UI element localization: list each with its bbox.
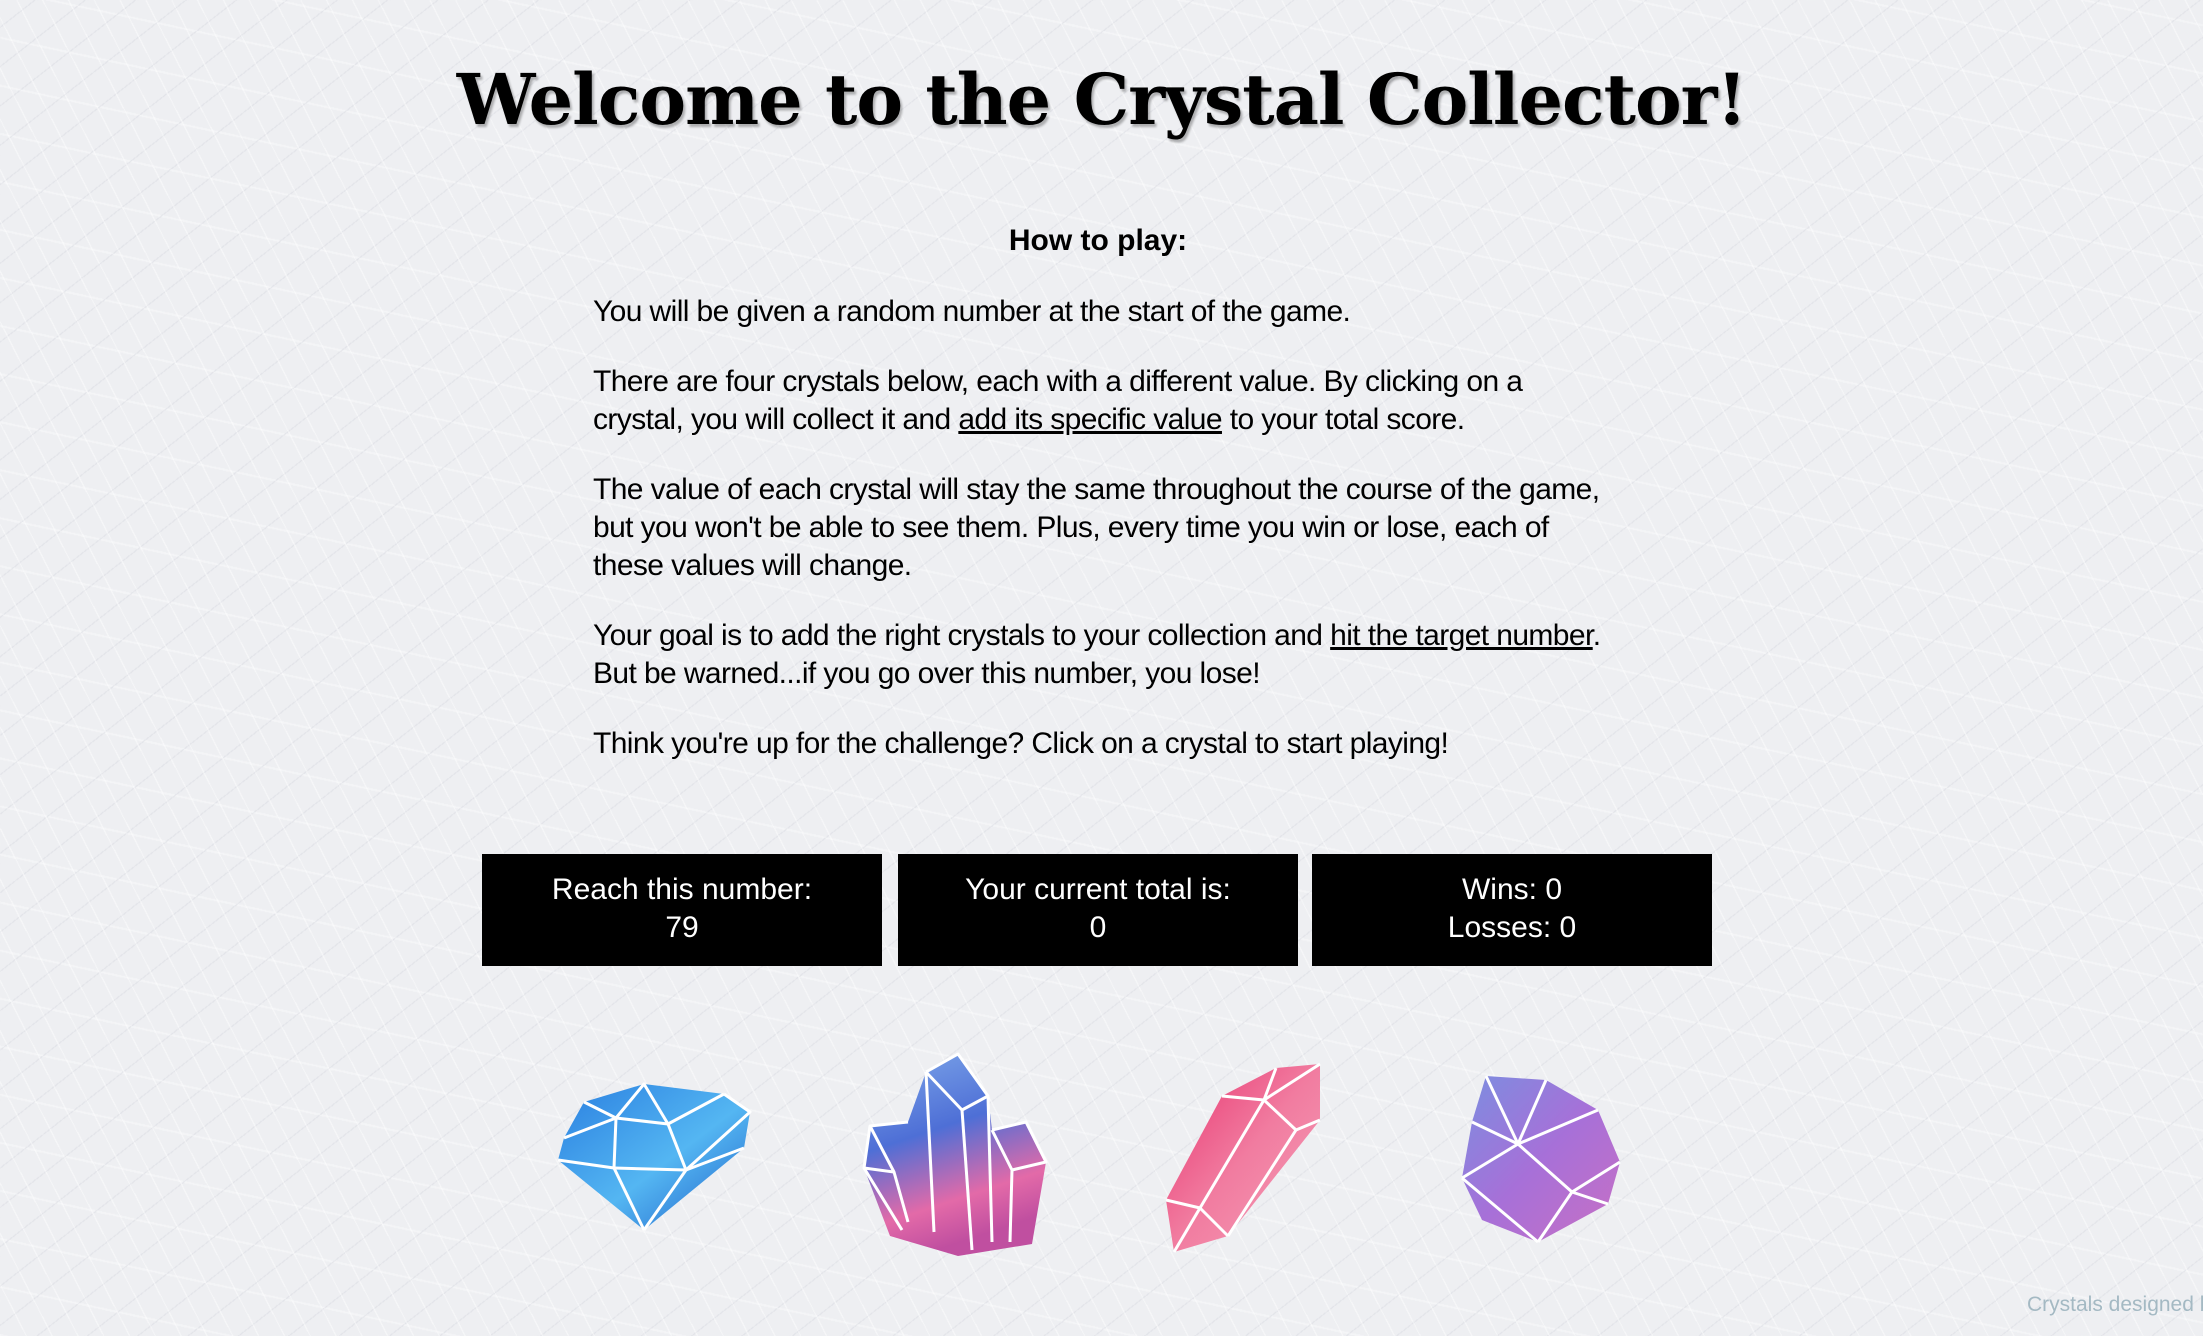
losses-row: Losses: 0 [1312, 909, 1712, 947]
instruction-start: Think you're up for the challenge? Click… [593, 727, 1449, 760]
instruction-crystals: There are four crystals below, each with… [593, 363, 1603, 439]
page-title: Welcome to the Crystal Collector! [456, 58, 1748, 141]
purple-geode-crystal[interactable] [1460, 1070, 1622, 1246]
instruction-text: to your total score. [1221, 403, 1465, 436]
crystal-credit: Crystals designed b [2027, 1293, 2203, 1316]
target-label: Reach this number: [551, 873, 813, 906]
pink-shard-crystal[interactable] [1164, 1060, 1324, 1256]
blue-cluster-crystal[interactable] [862, 1052, 1048, 1258]
wins-label: Wins: [1461, 873, 1537, 906]
instructions: How to play: You will be given a random … [593, 222, 1603, 795]
target-emphasis: hit the target number [1330, 619, 1593, 652]
instruction-values: The value of each crystal will stay the … [593, 473, 1600, 582]
wins-row: Wins: 0 [1312, 871, 1712, 909]
blue-diamond-crystal[interactable] [556, 1080, 752, 1235]
losses-label: Losses: [1447, 911, 1552, 944]
total-value: 0 [1089, 911, 1107, 944]
instruction-random-number: You will be given a random number at the… [593, 295, 1351, 328]
losses-value: 0 [1559, 911, 1577, 944]
instruction-text: Your goal is to add the right crystals t… [593, 619, 1331, 652]
add-value-emphasis: add its specific value [958, 403, 1222, 436]
how-to-play-heading: How to play: [1008, 224, 1188, 257]
target-value: 79 [665, 911, 699, 944]
current-total-panel: Your current total is: 0 [898, 854, 1298, 966]
wins-value: 0 [1545, 873, 1563, 906]
total-label: Your current total is: [965, 873, 1231, 906]
target-number-panel: Reach this number: 79 [482, 854, 882, 966]
instruction-goal: Your goal is to add the right crystals t… [593, 617, 1603, 693]
score-panel: Wins: 0 Losses: 0 [1312, 854, 1712, 966]
